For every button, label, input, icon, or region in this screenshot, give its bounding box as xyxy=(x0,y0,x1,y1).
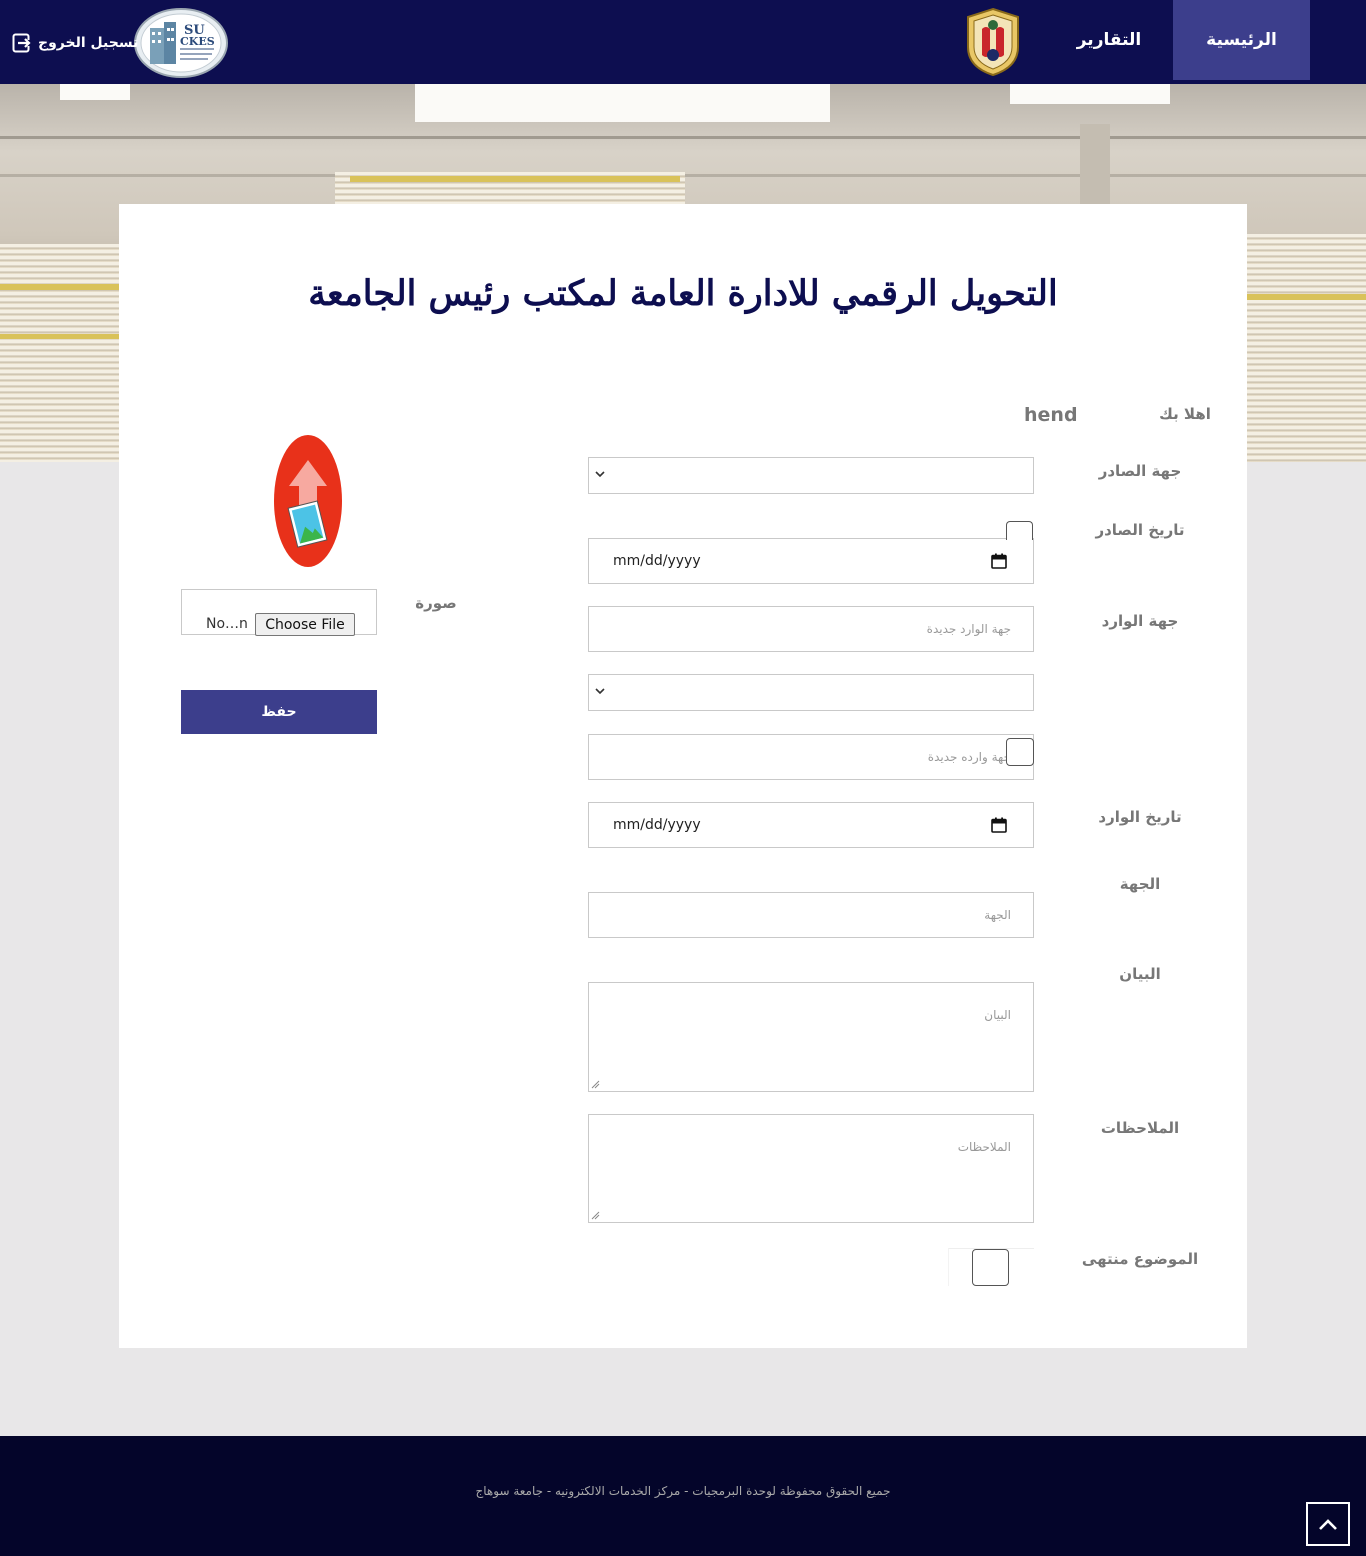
incoming-select[interactable] xyxy=(588,674,1034,711)
save-button[interactable]: حفظ xyxy=(181,690,377,734)
logout-label: تسجيل الخروج xyxy=(38,35,139,51)
notes-placeholder: الملاحظات xyxy=(957,1140,1011,1154)
notes-label: الملاحظات xyxy=(1100,1119,1180,1137)
choose-file-button[interactable]: Choose File xyxy=(255,613,355,636)
resize-grip-icon[interactable] xyxy=(591,1211,600,1220)
chevron-down-icon xyxy=(595,688,605,695)
calendar-icon[interactable] xyxy=(991,817,1007,833)
issuer-select[interactable] xyxy=(588,457,1034,494)
issue-date-label: تاريخ الصادر xyxy=(1095,521,1185,539)
incoming-new-placeholder: جهة الوارد جديدة xyxy=(926,622,1011,636)
footer-copyright: جميع الحقوق محفوظة لوحدة البرمجيات - مرك… xyxy=(475,1484,891,1498)
file-upload-box: No…n Choose File xyxy=(181,589,377,636)
statement-textarea[interactable]: البيان xyxy=(588,982,1034,1092)
incoming-date-label: تاريخ الوارد xyxy=(1098,808,1182,826)
username: hend xyxy=(1024,404,1078,426)
upload-image-icon[interactable] xyxy=(273,434,343,568)
welcome-label: اهلا بك xyxy=(1159,405,1211,423)
notes-textarea[interactable]: الملاحظات xyxy=(588,1114,1034,1223)
university-logo[interactable] xyxy=(964,7,1022,77)
nav-reports-tab[interactable]: التقارير xyxy=(1066,0,1152,80)
incoming-new-input[interactable]: جهة الوارد جديدة xyxy=(588,606,1034,652)
image-label: صورة xyxy=(415,594,457,612)
statement-label: البيان xyxy=(1119,965,1161,983)
closed-checkbox[interactable] xyxy=(972,1249,1009,1286)
sukes-logo[interactable]: SU CKES xyxy=(134,8,228,78)
calendar-icon[interactable] xyxy=(991,553,1007,569)
party-placeholder: الجهة xyxy=(984,908,1011,922)
top-navbar: الرئيسية التقارير SU CKES تسجيل الخروج xyxy=(0,0,1366,84)
resize-grip-icon[interactable] xyxy=(591,1080,600,1089)
party-label: الجهة xyxy=(1119,875,1161,893)
statement-placeholder: البيان xyxy=(984,1008,1011,1022)
chevron-up-icon xyxy=(1319,1519,1337,1530)
chevron-down-icon xyxy=(595,471,605,478)
scroll-to-top-button[interactable] xyxy=(1306,1502,1350,1546)
issue-date-checkbox[interactable] xyxy=(1006,521,1033,540)
incoming-date-input[interactable]: mm/dd/yyyy xyxy=(588,802,1034,848)
logout-link[interactable]: تسجيل الخروج xyxy=(12,30,138,56)
incoming-new2-placeholder: جهة وارده جديدة xyxy=(927,750,1011,764)
incoming-new-checkbox[interactable] xyxy=(1006,738,1034,766)
file-name-text: No…n xyxy=(206,616,248,632)
incoming-new2-input[interactable]: جهة وارده جديدة xyxy=(588,734,1034,780)
svg-text:CKES: CKES xyxy=(180,35,215,48)
closed-label: الموضوع منتهى xyxy=(1081,1250,1199,1268)
issue-date-value: mm/dd/yyyy xyxy=(613,553,701,569)
incoming-date-value: mm/dd/yyyy xyxy=(613,817,701,833)
page-title: التحويل الرقمي للادارة العامة لمكتب رئيس… xyxy=(308,273,1058,314)
incoming-label: جهة الوارد xyxy=(1101,612,1179,630)
issue-date-input[interactable]: mm/dd/yyyy xyxy=(588,538,1034,584)
issuer-label: جهة الصادر xyxy=(1098,462,1182,480)
nav-home-tab[interactable]: الرئيسية xyxy=(1173,0,1310,80)
logout-icon xyxy=(12,33,32,53)
party-input[interactable]: الجهة xyxy=(588,892,1034,938)
